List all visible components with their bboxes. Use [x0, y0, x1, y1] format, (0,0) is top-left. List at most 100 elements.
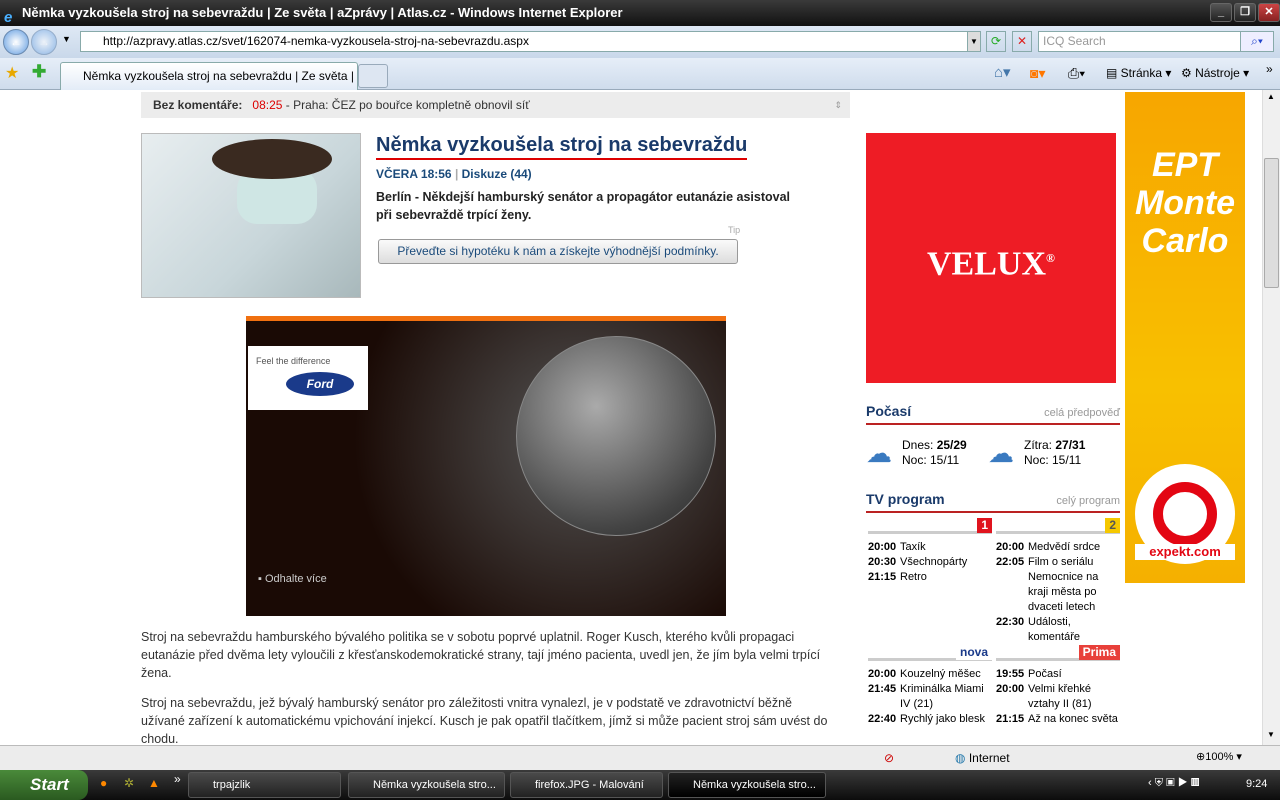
show-time: 20:00: [868, 668, 897, 680]
show-time: 22:30: [996, 616, 1025, 628]
velux-ad[interactable]: VELUX®: [866, 133, 1116, 383]
start-button[interactable]: Start: [0, 770, 88, 800]
task-label: Němka vyzkoušela stro...: [693, 779, 816, 791]
tab-active[interactable]: Němka vyzkoušela stroj na sebevraždu | Z…: [60, 62, 358, 90]
task-ie[interactable]: Němka vyzkoušela stro...: [668, 772, 826, 798]
tv-show[interactable]: 20:00 Taxík: [868, 540, 992, 555]
favorites-star-icon[interactable]: ★: [5, 63, 19, 83]
tv-show[interactable]: 21:15 Retro: [868, 570, 992, 585]
tv-show[interactable]: 20:30 Všechnopárty: [868, 555, 992, 570]
add-favorite-icon[interactable]: ✚: [32, 62, 46, 82]
new-tab-button[interactable]: [358, 64, 388, 88]
ford-logo: Ford: [286, 372, 354, 396]
tip-button[interactable]: Převeďte si hypotéku k nám a získejte vý…: [378, 239, 738, 264]
show-time: 20:00: [996, 683, 1025, 695]
weather-link[interactable]: celá předpověď: [1044, 407, 1120, 419]
tv-show[interactable]: 21:15 Až na konec světa: [996, 712, 1120, 727]
hair-shape: [212, 139, 332, 179]
article-body: Stroj na sebevraždu hamburského bývalého…: [141, 628, 831, 745]
tv-show[interactable]: 20:00 Velmi křehké vztahy II (81): [996, 682, 1120, 712]
minimize-button[interactable]: _: [1210, 3, 1232, 22]
ford-cta-label: Odhalte více: [264, 573, 327, 585]
maximize-button[interactable]: ❐: [1234, 3, 1256, 22]
tv-show[interactable]: 20:00 Kouzelný měšec: [868, 667, 992, 682]
print-icon[interactable]: ⎙▾: [1068, 64, 1085, 82]
show-time: 21:15: [868, 571, 897, 583]
tomorrow-temp: 27/31: [1055, 438, 1086, 452]
show-title: Všechnopárty: [900, 556, 968, 568]
scrollbar-thumb[interactable]: [1264, 158, 1279, 288]
paragraph: Stroj na sebevraždu, jež bývalý hambursk…: [141, 696, 828, 745]
channel-divider: 1: [868, 518, 992, 534]
vertical-scrollbar[interactable]: ▲ ▼: [1262, 90, 1280, 745]
tv-show[interactable]: 22:05 Film o seriálu Nemocnice na kraji m…: [996, 555, 1120, 615]
tv-show[interactable]: 19:55 Počasí: [996, 667, 1120, 682]
show-time: 21:15: [996, 713, 1025, 725]
channel-logo[interactable]: 2: [1105, 518, 1120, 533]
task-firefox[interactable]: Němka vyzkoušela stro...: [348, 772, 505, 798]
quicklaunch-icon[interactable]: ▲: [148, 776, 160, 790]
refresh-icon[interactable]: ⟳: [986, 31, 1006, 52]
channel-logo[interactable]: Prima: [1078, 645, 1120, 660]
scroll-down-icon[interactable]: ▼: [1267, 730, 1275, 739]
task-paint[interactable]: firefox.JPG - Malování: [510, 772, 663, 798]
show-title: Počasí: [1028, 668, 1062, 680]
ford-ad[interactable]: Feel the difference Ford ▪ Odhalte více: [246, 316, 726, 616]
page-content: Bez komentáře: 08:25 - Praha: ČEZ po bou…: [0, 90, 1262, 745]
tv-link[interactable]: celý program: [1056, 495, 1120, 507]
tools-menu[interactable]: ⚙ Nástroje ▾: [1181, 64, 1249, 82]
zone-label: Internet: [968, 751, 1010, 765]
article-title[interactable]: Němka vyzkoušela stroj na sebevraždu: [376, 134, 748, 160]
today-temp: 25/29: [936, 438, 967, 452]
channel-divider: Prima: [996, 645, 1120, 661]
task-folder[interactable]: trpajzlik: [188, 772, 341, 798]
expekt-skyscraper-ad[interactable]: EPT Monte Carlo expekt.com: [1125, 92, 1245, 583]
quicklaunch-icon[interactable]: ✲: [124, 776, 134, 790]
show-title: Film o seriálu Nemocnice na kraji města …: [1028, 556, 1099, 613]
tv-channel: Prima 19:55 Počasí 20:00 Velmi křehké vztahy…: [996, 645, 1120, 727]
back-button[interactable]: ←: [3, 29, 29, 55]
feeds-icon[interactable]: ◙▾: [1030, 64, 1045, 82]
tv-show[interactable]: 20:00 Medvědí srdce: [996, 540, 1120, 555]
tv-show[interactable]: 22:40 Rychlý jako blesk: [868, 712, 992, 727]
page-menu[interactable]: ▤ Stránka ▾: [1106, 64, 1171, 82]
address-bar[interactable]: http://azpravy.atlas.cz/svet/162074-nemk…: [80, 31, 980, 52]
velux-mark: ®: [1046, 251, 1055, 265]
scroll-up-icon[interactable]: ▲: [1267, 92, 1275, 101]
firefox-quicklaunch-icon[interactable]: ●: [100, 776, 107, 790]
popup-blocked-icon[interactable]: ⊘: [884, 751, 894, 765]
channel-logo[interactable]: nova: [955, 645, 992, 660]
more-chevron-icon[interactable]: »: [1266, 60, 1273, 78]
tomorrow-label: Zítra:: [1024, 438, 1053, 452]
channel-logo[interactable]: 1: [977, 518, 992, 533]
address-dropdown[interactable]: ▼: [967, 31, 981, 52]
close-button[interactable]: ✕: [1258, 3, 1280, 22]
tv-show[interactable]: 21:45 Kriminálka Miami IV (21): [868, 682, 992, 712]
ford-cta[interactable]: ▪ Odhalte více: [258, 573, 327, 585]
article-photo[interactable]: [141, 133, 361, 298]
search-input[interactable]: ICQ Search: [1038, 31, 1260, 52]
ticker-link[interactable]: - Praha: ČEZ po bouřce kompletně obnovil…: [286, 98, 530, 112]
forward-button[interactable]: →: [31, 29, 57, 55]
cloud-sun-icon: ☁: [866, 438, 892, 468]
discussion-link[interactable]: Diskuze (44): [462, 167, 532, 181]
ticker-time: 08:25: [252, 98, 283, 112]
tv-show[interactable]: 22:30 Události, komentáře: [996, 615, 1120, 645]
tomorrow-night: Noc: 15/11: [1024, 453, 1082, 467]
show-time: 21:45: [868, 683, 897, 695]
search-icon[interactable]: ⌕▾: [1240, 31, 1274, 52]
url-text: http://azpravy.atlas.cz/svet/162074-nemk…: [103, 34, 529, 48]
task-label: Němka vyzkoušela stro...: [373, 779, 496, 791]
stop-icon[interactable]: ✕: [1012, 31, 1032, 52]
ticker-scroll-icon[interactable]: ⇕: [834, 92, 842, 118]
quicklaunch-more-icon[interactable]: »: [174, 772, 181, 786]
home-icon[interactable]: ⌂▾: [994, 64, 1011, 82]
tab-bar: ★ ✚ Němka vyzkoušela stroj na sebevraždu…: [0, 58, 1280, 90]
search-placeholder: ICQ Search: [1043, 34, 1106, 48]
tray-icons[interactable]: ‹ ⛨ ▣ ▶ ▦: [1148, 777, 1200, 790]
zoom-control[interactable]: ⊕100% ▾: [1196, 750, 1242, 763]
history-dropdown-icon[interactable]: ▼: [62, 34, 71, 44]
task-label: firefox.JPG - Malování: [535, 779, 644, 791]
show-title: Velmi křehké vztahy II (81): [1028, 683, 1092, 710]
van-bubble-image: [516, 336, 716, 536]
